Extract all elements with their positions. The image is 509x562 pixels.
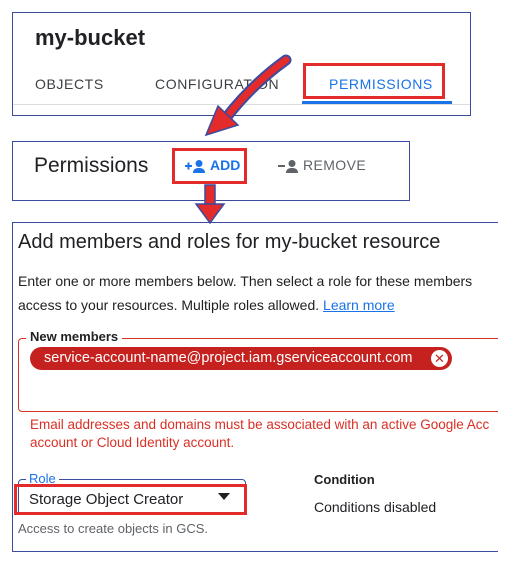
dialog-description: Enter one or more members below. Then se… bbox=[18, 269, 472, 317]
bucket-title: my-bucket bbox=[35, 25, 146, 50]
description-line-1: Enter one or more members below. Then se… bbox=[18, 273, 473, 289]
member-chip: service-account-name@project.iam.gservic… bbox=[30, 347, 452, 370]
members-error: Email addresses and domains must be asso… bbox=[30, 416, 489, 452]
permissions-title: Permissions bbox=[34, 154, 149, 177]
annotation-arrowhead-2 bbox=[194, 203, 226, 225]
condition-label: Condition bbox=[314, 472, 375, 487]
new-members-label: New members bbox=[26, 329, 123, 344]
learn-more-link[interactable]: Learn more bbox=[323, 297, 395, 313]
condition-value: Conditions disabled bbox=[314, 499, 437, 515]
tab-divider bbox=[13, 104, 470, 105]
permissions-tab-highlight bbox=[303, 63, 445, 99]
dialog-title: Add members and roles for my-bucket reso… bbox=[18, 231, 441, 253]
description-line-2-text: access to your resources. Multiple roles… bbox=[18, 297, 320, 313]
tab-configuration[interactable]: CONFIGURATION bbox=[155, 76, 279, 92]
role-help-text: Access to create objects in GCS. bbox=[18, 521, 209, 536]
chip-close-icon[interactable]: ✕ bbox=[431, 350, 448, 367]
error-line-1: Email addresses and domains must be asso… bbox=[30, 417, 490, 432]
add-button-highlight bbox=[172, 148, 247, 184]
remove-button[interactable]: REMOVE bbox=[277, 157, 366, 176]
permissions-toolbar-panel: Permissions ADD REMOVE bbox=[12, 141, 410, 201]
remove-person-icon bbox=[277, 159, 299, 176]
bucket-header-panel: my-bucket OBJECTS CONFIGURATION PERMISSI… bbox=[12, 12, 471, 116]
role-select-highlight bbox=[14, 484, 247, 515]
description-line-2: access to your resources. Multiple roles… bbox=[18, 293, 472, 317]
remove-button-label: REMOVE bbox=[303, 157, 367, 173]
add-members-dialog: Add members and roles for my-bucket reso… bbox=[12, 222, 498, 552]
error-line-2: account or Cloud Identity account. bbox=[30, 435, 235, 450]
tab-objects[interactable]: OBJECTS bbox=[35, 76, 104, 92]
member-chip-text: service-account-name@project.iam.gservic… bbox=[44, 350, 413, 366]
